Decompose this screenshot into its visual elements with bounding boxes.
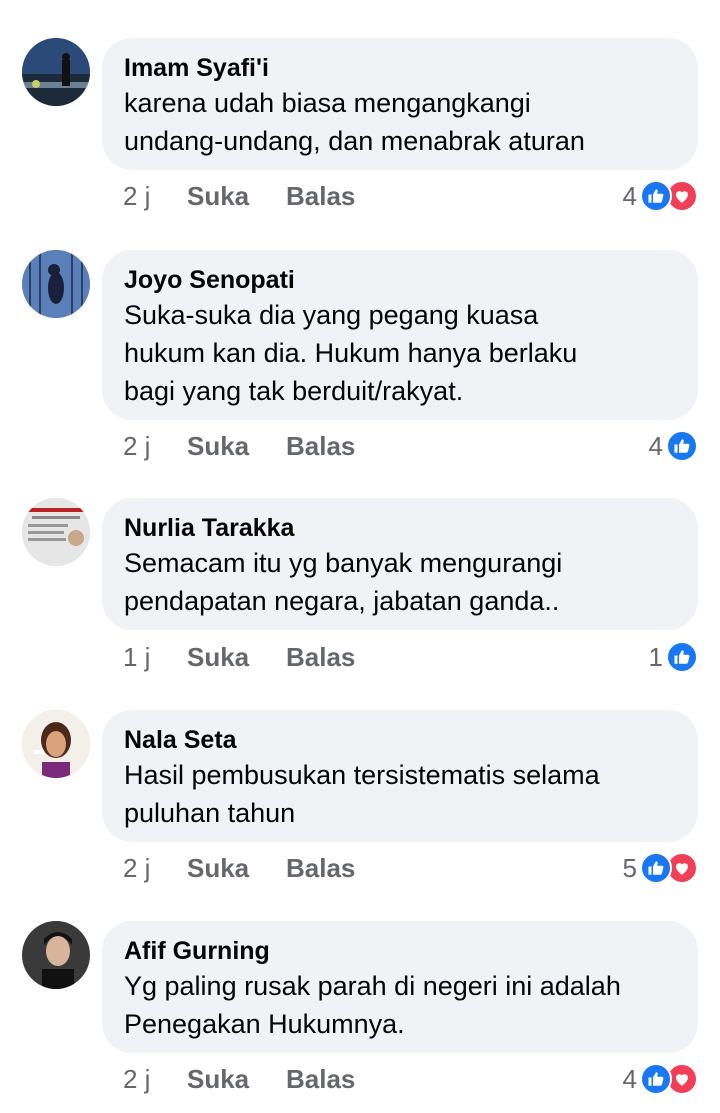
comment-line: Yg paling rusak parah di negeri ini adal…	[124, 971, 621, 1001]
comment-text: Hasil pembusukan tersistematis selama pu…	[124, 756, 676, 832]
like-button[interactable]: Suka	[187, 179, 286, 213]
comment-actions: 2 j Suka Balas	[123, 179, 355, 213]
reaction-count: 1	[648, 641, 663, 672]
comment-text: Suka-suka dia yang pegang kuasa hukum ka…	[124, 296, 676, 410]
avatar[interactable]	[22, 250, 90, 318]
comment-bubble: Joyo Senopati Suka-suka dia yang pegang …	[102, 250, 698, 420]
avatar[interactable]	[22, 38, 90, 106]
reaction-summary[interactable]: 1	[649, 640, 698, 674]
reaction-summary[interactable]: 5	[623, 851, 698, 885]
comment-author[interactable]: Joyo Senopati	[124, 264, 676, 296]
comment-author[interactable]: Imam Syafi'i	[124, 52, 676, 84]
comment-author[interactable]: Nurlia Tarakka	[124, 512, 676, 544]
comment-line: karena udah biasa mengangkangi	[124, 88, 531, 118]
comment-actions: 1 j Suka Balas	[123, 640, 355, 674]
reply-button[interactable]: Balas	[286, 429, 355, 463]
reaction-summary[interactable]: 4	[649, 429, 698, 463]
like-icon	[640, 180, 672, 212]
comment-actions: 2 j Suka Balas	[123, 851, 355, 885]
reply-button[interactable]: Balas	[286, 1062, 355, 1096]
comment-line: Suka-suka dia yang pegang kuasa	[124, 300, 539, 330]
avatar-photo	[22, 250, 90, 318]
avatar[interactable]	[22, 498, 90, 566]
avatar-photo	[22, 498, 90, 566]
comment-text: karena udah biasa mengangkangi undang-un…	[124, 84, 676, 160]
comment-line: hukum kan dia. Hukum hanya berlaku	[124, 338, 578, 368]
comment-time[interactable]: 1 j	[123, 640, 187, 674]
comment-bubble: Afif Gurning Yg paling rusak parah di ne…	[102, 921, 698, 1053]
comment-actions: 2 j Suka Balas	[123, 429, 355, 463]
avatar-photo	[22, 38, 90, 106]
comment-line: Hasil pembusukan tersistematis selama	[124, 760, 600, 790]
reaction-count: 4	[622, 180, 637, 211]
comment-line: Penegakan Hukumnya.	[124, 1009, 405, 1039]
like-icon	[640, 852, 672, 884]
comment-time[interactable]: 2 j	[123, 179, 187, 213]
comment-time[interactable]: 2 j	[123, 429, 187, 463]
comment-actions: 2 j Suka Balas	[123, 1062, 355, 1096]
reply-button[interactable]: Balas	[286, 851, 355, 885]
like-icon	[640, 1063, 672, 1095]
comment-bubble: Imam Syafi'i karena udah biasa mengangka…	[102, 38, 698, 170]
comment-bubble: Nurlia Tarakka Semacam itu yg banyak men…	[102, 498, 698, 630]
like-button[interactable]: Suka	[187, 429, 286, 463]
comment-line: pendapatan negara, jabatan ganda..	[124, 586, 560, 616]
avatar[interactable]	[22, 921, 90, 989]
like-icon	[666, 641, 698, 673]
comment-time[interactable]: 2 j	[123, 1062, 187, 1096]
reply-button[interactable]: Balas	[286, 640, 355, 674]
reaction-count: 5	[622, 852, 637, 883]
like-icon	[666, 430, 698, 462]
comment-line: undang-undang, dan menabrak aturan	[124, 126, 585, 156]
comment-bubble: Nala Seta Hasil pembusukan tersistematis…	[102, 710, 698, 842]
reply-button[interactable]: Balas	[286, 179, 355, 213]
reaction-summary[interactable]: 4	[623, 179, 698, 213]
like-button[interactable]: Suka	[187, 640, 286, 674]
avatar-photo	[22, 710, 90, 778]
comment-author[interactable]: Afif Gurning	[124, 935, 676, 967]
comment-line: Semacam itu yg banyak mengurangi	[124, 548, 563, 578]
comment-line: puluhan tahun	[124, 798, 296, 828]
reaction-count: 4	[648, 430, 663, 461]
comment-text: Yg paling rusak parah di negeri ini adal…	[124, 967, 676, 1043]
like-button[interactable]: Suka	[187, 851, 286, 885]
comment-line: bagi yang tak berduit/rakyat.	[124, 376, 464, 406]
comment-text: Semacam itu yg banyak mengurangi pendapa…	[124, 544, 676, 620]
reaction-count: 4	[622, 1063, 637, 1094]
avatar[interactable]	[22, 710, 90, 778]
avatar-photo	[22, 921, 90, 989]
comment-time[interactable]: 2 j	[123, 851, 187, 885]
comment-author[interactable]: Nala Seta	[124, 724, 676, 756]
like-button[interactable]: Suka	[187, 1062, 286, 1096]
reaction-summary[interactable]: 4	[623, 1062, 698, 1096]
